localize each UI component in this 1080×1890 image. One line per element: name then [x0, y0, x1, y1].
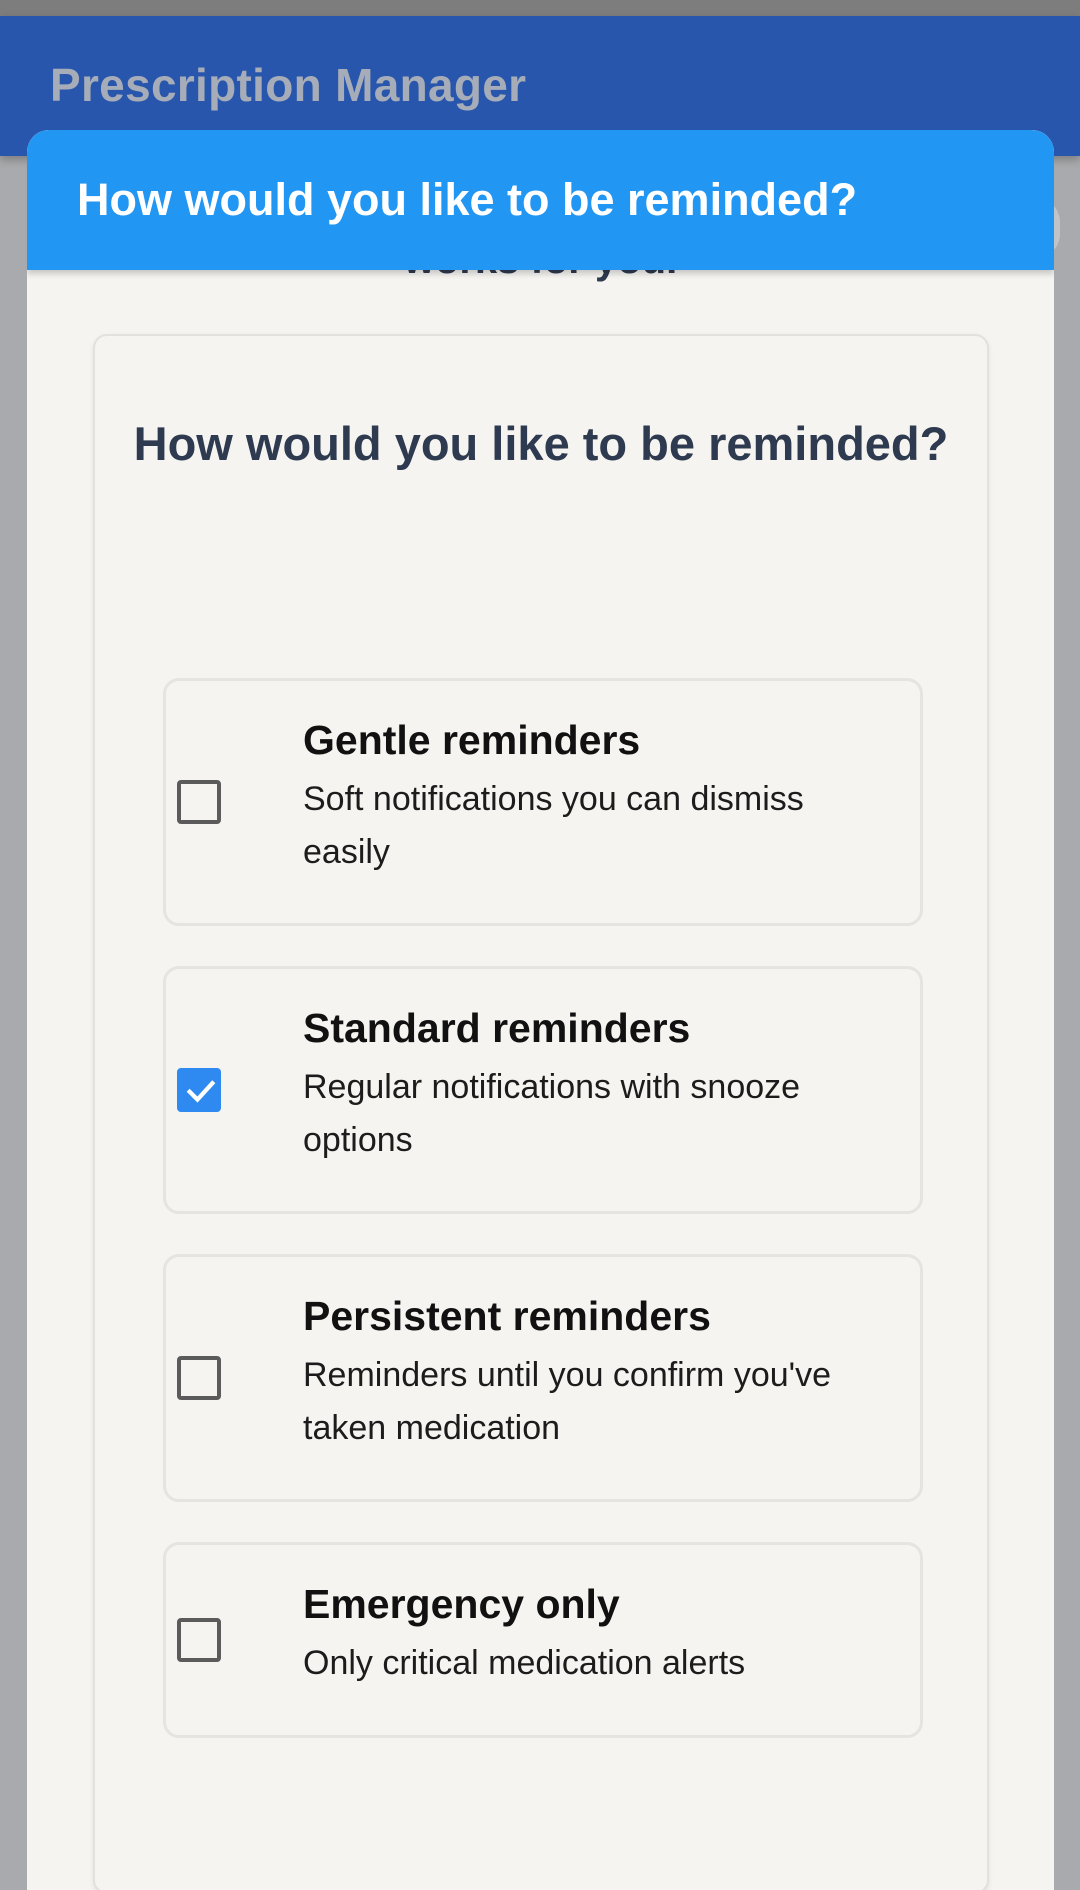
option-description: Only critical medication alerts [303, 1644, 746, 1682]
emergency-only-checkbox[interactable] [177, 1618, 221, 1662]
option-gentle-reminders[interactable]: Gentle reminders Soft notifications you … [163, 678, 923, 926]
option-title: Persistent reminders [303, 1293, 711, 1339]
reminder-question: How would you like to be reminded? [133, 417, 949, 470]
option-title: Standard reminders [303, 1005, 691, 1051]
persistent-reminders-checkbox[interactable] [177, 1356, 221, 1400]
option-description: Reminders until you confirm you've taken… [303, 1356, 832, 1447]
option-description: Soft notifications you can dismiss easil… [303, 780, 804, 871]
option-description: Regular notifications with snooze option… [303, 1068, 801, 1159]
dialog-title: How would you like to be reminded? [77, 174, 858, 225]
option-title: Emergency only [303, 1581, 620, 1627]
option-persistent-reminders[interactable]: Persistent reminders Reminders until you… [163, 1254, 923, 1502]
standard-reminders-checkbox[interactable] [177, 1068, 221, 1112]
reminder-card: How would you like to be reminded? Gentl… [93, 334, 989, 1890]
status-strip [0, 0, 1080, 16]
option-emergency-only[interactable]: Emergency only Only critical medication … [163, 1542, 923, 1738]
app-title: Prescription Manager [50, 59, 527, 111]
gentle-reminders-checkbox[interactable] [177, 780, 221, 824]
option-title: Gentle reminders [303, 717, 641, 763]
dialog-header: How would you like to be reminded? [27, 130, 1054, 270]
check-icon [186, 1080, 216, 1103]
reminder-dialog: How would you like to be reminded? works… [27, 130, 1054, 1890]
option-standard-reminders[interactable]: Standard reminders Regular notifications… [163, 966, 923, 1214]
